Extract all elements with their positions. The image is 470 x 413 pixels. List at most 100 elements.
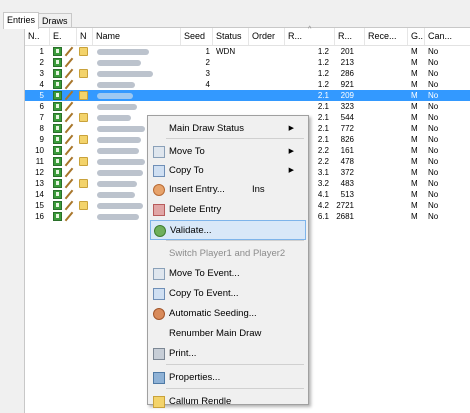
context-menu: Main Draw Status ▶ Move To ▶ Copy To ▶ Insert …: [147, 115, 309, 408]
cell-can: No: [428, 179, 439, 188]
cell-can: No: [428, 201, 439, 210]
entry-status-icon: [53, 102, 62, 111]
cell-can: No: [428, 146, 439, 155]
cell-ranking-points: 2681: [336, 212, 354, 221]
table-row[interactable]: 3 3 1.2 286 M No: [25, 68, 470, 79]
column-header-entry-type[interactable]: E.: [50, 28, 77, 45]
cell-can: No: [428, 80, 439, 89]
menu-item-automatic-seeding[interactable]: Automatic Seeding...: [150, 304, 306, 324]
menu-item-print[interactable]: Print...: [150, 344, 306, 364]
cell-ranking-points: 2721: [336, 201, 354, 210]
edit-pencil-icon[interactable]: [64, 69, 74, 78]
table-row[interactable]: 5 2.1 209 M No: [25, 90, 470, 101]
cell-can: No: [428, 212, 439, 221]
tab-draws[interactable]: Draws: [38, 13, 72, 28]
tab-entries[interactable]: Entries: [3, 12, 40, 29]
edit-pencil-icon[interactable]: [64, 58, 74, 67]
cell-number: 2: [39, 58, 44, 67]
column-header-can[interactable]: Can...: [425, 28, 470, 45]
column-header-received[interactable]: Rece...: [365, 28, 408, 45]
player-name-redacted: [97, 57, 179, 68]
edit-pencil-icon[interactable]: [64, 91, 74, 100]
table-row[interactable]: 2 2 1.2 213 M No: [25, 57, 470, 68]
menu-item-label: Insert Entry...: [169, 184, 225, 195]
column-header-order[interactable]: Order: [249, 28, 285, 45]
menu-item-validate[interactable]: Validate...: [150, 220, 306, 240]
edit-pencil-icon[interactable]: [64, 168, 74, 177]
copy-event-icon: [153, 288, 165, 300]
menu-item-callum-rendle[interactable]: Callum Rendle: [150, 392, 306, 412]
edit-pencil-icon[interactable]: [64, 113, 74, 122]
cell-gender: M: [411, 168, 418, 177]
menu-item-delete-entry[interactable]: Delete Entry: [150, 200, 306, 220]
menu-item-properties[interactable]: Properties...: [150, 368, 306, 388]
column-header-note[interactable]: N: [77, 28, 93, 45]
cell-seed: [181, 101, 210, 112]
column-header-name[interactable]: Name: [93, 28, 181, 45]
cell-number: 12: [35, 168, 44, 177]
menu-item-copy-to-event[interactable]: Copy To Event...: [150, 284, 306, 304]
edit-pencil-icon[interactable]: [64, 201, 74, 210]
edit-pencil-icon[interactable]: [64, 47, 74, 56]
entry-status-icon: [53, 80, 62, 89]
column-header-seed[interactable]: Seed: [181, 28, 213, 45]
cell-ranking: 1.2: [317, 47, 329, 56]
cell-seed: [181, 90, 210, 101]
cell-can: No: [428, 102, 439, 111]
table-row[interactable]: 4 4 1.2 921 M No: [25, 79, 470, 90]
edit-pencil-icon[interactable]: [64, 190, 74, 199]
menu-item-copy-to[interactable]: Copy To ▶: [150, 161, 306, 181]
folder-icon: [79, 47, 88, 56]
column-header-status[interactable]: Status: [213, 28, 249, 45]
menu-item-label: Renumber Main Draw: [169, 328, 262, 339]
column-header-number[interactable]: N..: [25, 28, 50, 45]
cell-gender: M: [411, 146, 418, 155]
cell-ranking: 1.2: [317, 58, 329, 67]
edit-pencil-icon[interactable]: [64, 179, 74, 188]
edit-pencil-icon[interactable]: [64, 135, 74, 144]
column-header-gender[interactable]: G..: [408, 28, 425, 45]
cell-number: 6: [39, 102, 44, 111]
cell-gender: M: [411, 113, 418, 122]
cell-can: No: [428, 135, 439, 144]
cell-gender: M: [411, 58, 418, 67]
cell-seed: 2: [205, 58, 210, 67]
cell-can: No: [428, 168, 439, 177]
cell-ranking-points: 209: [340, 91, 354, 100]
cell-number: 15: [35, 201, 44, 210]
edit-pencil-icon[interactable]: [64, 102, 74, 111]
folder-icon: [79, 135, 88, 144]
delete-icon: [153, 204, 165, 216]
table-row[interactable]: 1 1 WDN 1.2 201 M No: [25, 46, 470, 57]
cell-status: WDN: [216, 47, 236, 56]
table-row[interactable]: 6 2.1 323 M No: [25, 101, 470, 112]
entry-status-icon: [53, 212, 62, 221]
folder-icon: [79, 201, 88, 210]
cell-ranking-points: 161: [340, 146, 354, 155]
menu-item-move-to[interactable]: Move To ▶: [150, 142, 306, 162]
cell-gender: M: [411, 135, 418, 144]
edit-pencil-icon[interactable]: [64, 212, 74, 221]
edit-pencil-icon[interactable]: [64, 124, 74, 133]
menu-item-main-draw-status[interactable]: Main Draw Status ▶: [150, 119, 306, 139]
cell-status: [216, 68, 249, 79]
edit-pencil-icon[interactable]: [64, 157, 74, 166]
cell-seed: 4: [205, 80, 210, 89]
menu-item-move-to-event[interactable]: Move To Event...: [150, 264, 306, 284]
column-header-ranking-points[interactable]: R...: [335, 28, 365, 45]
cell-number: 14: [35, 190, 44, 199]
cell-gender: M: [411, 80, 418, 89]
cell-status: [216, 101, 249, 112]
menu-item-label: Copy To: [169, 165, 204, 176]
player-name-redacted: [97, 90, 179, 101]
edit-pencil-icon[interactable]: [64, 146, 74, 155]
menu-item-renumber-main-draw[interactable]: Renumber Main Draw: [150, 324, 306, 344]
menu-item-label: Copy To Event...: [169, 288, 239, 299]
validate-icon: [154, 225, 166, 237]
menu-item-label: Properties...: [169, 372, 221, 383]
menu-item-switch-player1-and-player2: Switch Player1 and Player2: [150, 244, 306, 264]
edit-pencil-icon[interactable]: [64, 80, 74, 89]
grid-header: N.. E. N Name Seed Status Order R... R..…: [25, 26, 470, 46]
entry-status-icon: [53, 168, 62, 177]
menu-item-insert-entry[interactable]: Insert Entry... Ins: [150, 180, 306, 200]
